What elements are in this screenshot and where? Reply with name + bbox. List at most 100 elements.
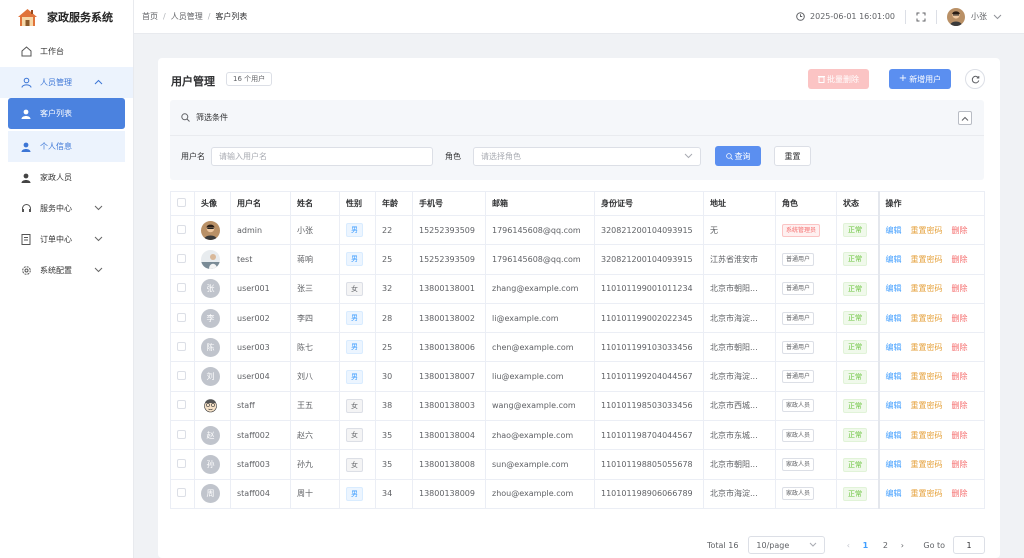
row-checkbox[interactable]	[177, 283, 186, 293]
collapse-filter-button[interactable]	[958, 111, 972, 125]
cell-phone: 13800138008	[412, 449, 486, 480]
reset-password-button[interactable]: 重置密码	[911, 489, 943, 498]
cell-name: 孙九	[290, 449, 340, 480]
breadcrumb-home[interactable]: 首页	[142, 11, 158, 22]
sidebar-item-housekeepers[interactable]: 家政人员	[0, 162, 133, 193]
select-all-checkbox[interactable]	[177, 198, 186, 207]
row-checkbox[interactable]	[177, 341, 186, 351]
user-avatar[interactable]	[947, 7, 965, 26]
edit-button[interactable]: 编辑	[886, 255, 902, 264]
avatar: 周	[201, 484, 220, 504]
sidebar-item-system-settings[interactable]: 系统配置	[0, 255, 133, 286]
edit-button[interactable]: 编辑	[886, 401, 902, 410]
edit-button[interactable]: 编辑	[886, 314, 902, 323]
row-checkbox[interactable]	[177, 224, 186, 234]
reset-button[interactable]: 重置	[774, 146, 811, 166]
user-solid-icon	[20, 172, 32, 184]
chevron-down-icon[interactable]	[993, 14, 1002, 20]
sidebar-item-order-center[interactable]: 订单中心	[0, 224, 133, 255]
reset-password-button[interactable]: 重置密码	[911, 460, 943, 469]
username-filter-input[interactable]: 请输入用户名	[211, 146, 433, 166]
reset-password-button[interactable]: 重置密码	[911, 255, 943, 264]
role-tag: 普通用户	[782, 311, 815, 325]
role-select[interactable]: 请选择角色	[473, 146, 701, 166]
cell-id-number: 320821200104093915	[594, 215, 704, 246]
edit-button[interactable]: 编辑	[886, 226, 902, 235]
row-checkbox[interactable]	[177, 488, 186, 498]
delete-button[interactable]: 删除	[952, 343, 968, 352]
page-number-2[interactable]: 2	[877, 541, 893, 550]
reset-password-button[interactable]: 重置密码	[911, 226, 943, 235]
row-checkbox[interactable]	[177, 312, 186, 322]
row-checkbox[interactable]	[177, 253, 186, 263]
batch-delete-button[interactable]: 批量删除	[808, 69, 869, 89]
delete-button[interactable]: 删除	[952, 255, 968, 264]
top-header: 首页 / 人员管理 / 客户列表 2025-06-01 16:01:00 小张	[134, 0, 1024, 34]
sidebar-item-dashboard[interactable]: 工作台	[0, 36, 133, 67]
cell-address: 北京市西城...	[703, 391, 776, 422]
query-button[interactable]: 查询	[715, 146, 761, 166]
cell-username: staff004	[230, 479, 291, 509]
prev-page-button[interactable]: ‹	[841, 541, 855, 550]
delete-button[interactable]: 删除	[952, 431, 968, 440]
page-size-select[interactable]: 10/page	[748, 536, 826, 554]
sidebar-item-staff-management[interactable]: 人员管理	[0, 67, 133, 98]
reset-password-button[interactable]: 重置密码	[911, 284, 943, 293]
reset-password-button[interactable]: 重置密码	[911, 401, 943, 410]
row-checkbox[interactable]	[177, 459, 186, 469]
goto-page-input[interactable]: 1	[953, 536, 986, 554]
table-row: 周 staff004 周十男 34 13800138009 zhou@example.co…	[170, 479, 985, 509]
role-tag: 普通用户	[782, 282, 815, 296]
delete-button[interactable]: 删除	[952, 314, 968, 323]
fullscreen-icon[interactable]	[916, 12, 926, 22]
breadcrumb-current: 客户列表	[215, 12, 248, 21]
select-all-cell	[170, 191, 195, 216]
gender-tag: 男	[346, 311, 363, 326]
row-checkbox[interactable]	[177, 400, 186, 410]
edit-button[interactable]: 编辑	[886, 460, 902, 469]
sidebar-item-customer-list[interactable]: 客户列表	[8, 98, 125, 129]
refresh-button[interactable]	[965, 69, 985, 89]
cell-age: 38	[375, 391, 413, 422]
cell-username: user003	[230, 332, 291, 363]
row-checkbox[interactable]	[177, 429, 186, 439]
cell-age: 22	[375, 215, 413, 246]
reset-password-button[interactable]: 重置密码	[911, 372, 943, 381]
table-row: 陈 user003 陈七男 25 13800138006 chen@example.com…	[170, 332, 985, 363]
cell-phone: 13800138006	[412, 332, 486, 363]
breadcrumb-staff-management[interactable]: 人员管理	[171, 11, 203, 22]
edit-button[interactable]: 编辑	[886, 489, 902, 498]
search-icon	[181, 113, 190, 122]
edit-button[interactable]: 编辑	[886, 343, 902, 352]
sidebar-item-service-center[interactable]: 服务中心	[0, 193, 133, 224]
app-title: 家政服务系统	[47, 11, 113, 24]
reset-password-button[interactable]: 重置密码	[911, 343, 943, 352]
next-page-button[interactable]: ›	[895, 541, 909, 550]
cell-username: admin	[230, 215, 291, 246]
reset-password-button[interactable]: 重置密码	[911, 431, 943, 440]
avatar: 李	[201, 308, 220, 328]
row-checkbox[interactable]	[177, 371, 186, 381]
role-tag: 家政人员	[782, 487, 815, 501]
edit-button[interactable]: 编辑	[886, 372, 902, 381]
filter-title: 筛选条件	[196, 113, 228, 122]
current-username[interactable]: 小张	[971, 11, 987, 22]
cell-username: user002	[230, 303, 291, 334]
role-tag: 普通用户	[782, 252, 815, 266]
sidebar-item-profile[interactable]: 个人信息	[8, 131, 125, 162]
edit-button[interactable]: 编辑	[886, 431, 902, 440]
delete-button[interactable]: 删除	[952, 401, 968, 410]
cell-email: sun@example.com	[485, 449, 595, 480]
gender-tag: 女	[346, 281, 363, 296]
page-number-1[interactable]: 1	[857, 541, 873, 550]
add-user-button[interactable]: + 新增用户	[889, 69, 951, 89]
delete-button[interactable]: 删除	[952, 226, 968, 235]
delete-button[interactable]: 删除	[952, 372, 968, 381]
delete-button[interactable]: 删除	[952, 460, 968, 469]
delete-button[interactable]: 删除	[952, 489, 968, 498]
delete-button[interactable]: 删除	[952, 284, 968, 293]
edit-button[interactable]: 编辑	[886, 284, 902, 293]
cell-address: 北京市海淀...	[703, 361, 776, 392]
reset-password-button[interactable]: 重置密码	[911, 314, 943, 323]
avatar: 张	[201, 279, 220, 299]
